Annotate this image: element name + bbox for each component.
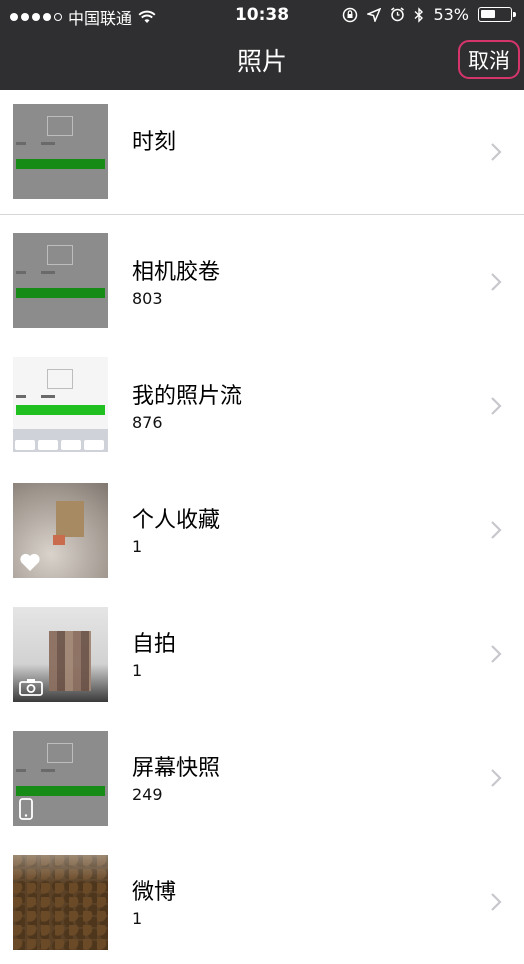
phone-icon <box>19 798 33 820</box>
album-title: 相机胶卷 <box>132 260 221 285</box>
album-row-camera-roll[interactable]: 相机胶卷 803 <box>0 220 524 344</box>
album-count: 1 <box>132 661 143 680</box>
album-thumbnail <box>13 357 108 452</box>
rotation-lock-icon <box>343 7 358 22</box>
album-row-moments[interactable]: 时刻 <box>0 90 524 214</box>
album-title: 微博 <box>132 880 177 905</box>
album-row-selfies[interactable]: 自拍 1 <box>0 592 524 716</box>
battery-icon <box>478 7 516 22</box>
chevron-right-icon <box>491 143 502 161</box>
album-count: 249 <box>132 785 163 804</box>
album-thumbnail <box>13 483 108 578</box>
album-thumbnail <box>13 233 108 328</box>
status-right: 53% <box>342 5 516 24</box>
section-divider <box>0 214 524 215</box>
bluetooth-icon <box>414 6 424 23</box>
album-row-screenshots[interactable]: 屏幕快照 249 <box>0 716 524 840</box>
album-count: 1 <box>132 909 143 928</box>
album-title: 我的照片流 <box>132 384 243 409</box>
alarm-icon <box>391 7 405 22</box>
screenshot-thumbnail-image <box>13 357 108 452</box>
album-count: 1 <box>132 537 143 556</box>
cancel-button[interactable]: 取消 <box>458 40 520 79</box>
album-title: 个人收藏 <box>132 508 221 533</box>
album-title: 自拍 <box>132 632 177 657</box>
chevron-right-icon <box>491 769 502 787</box>
battery-level <box>481 10 495 18</box>
battery-percent: 53% <box>433 5 469 24</box>
front-camera-icon <box>19 679 43 696</box>
album-title: 屏幕快照 <box>132 756 221 781</box>
screenshot-thumbnail-image <box>13 233 108 328</box>
status-bar: 中国联通 10:38 53% <box>0 0 524 30</box>
page-title: 照片 <box>236 47 287 76</box>
chevron-right-icon <box>491 397 502 415</box>
chevron-right-icon <box>491 521 502 539</box>
album-count: 876 <box>132 413 163 432</box>
album-row-weibo[interactable]: 微博 1 <box>0 840 524 964</box>
album-thumbnail <box>13 607 108 702</box>
album-thumbnail <box>13 731 108 826</box>
album-title: 时刻 <box>132 130 177 155</box>
album-thumbnail <box>13 855 108 950</box>
album-row-photo-stream[interactable]: 我的照片流 876 <box>0 344 524 468</box>
album-row-favorites[interactable]: 个人收藏 1 <box>0 468 524 592</box>
heart-icon <box>20 553 40 571</box>
nav-bar: 照片 取消 <box>0 30 524 90</box>
photo-thumbnail-image <box>13 855 108 950</box>
album-count: 803 <box>132 289 163 308</box>
location-icon <box>367 7 382 22</box>
chevron-right-icon <box>491 893 502 911</box>
album-thumbnail <box>13 104 108 199</box>
screenshot-thumbnail-image <box>13 104 108 199</box>
chevron-right-icon <box>491 645 502 663</box>
chevron-right-icon <box>491 273 502 291</box>
